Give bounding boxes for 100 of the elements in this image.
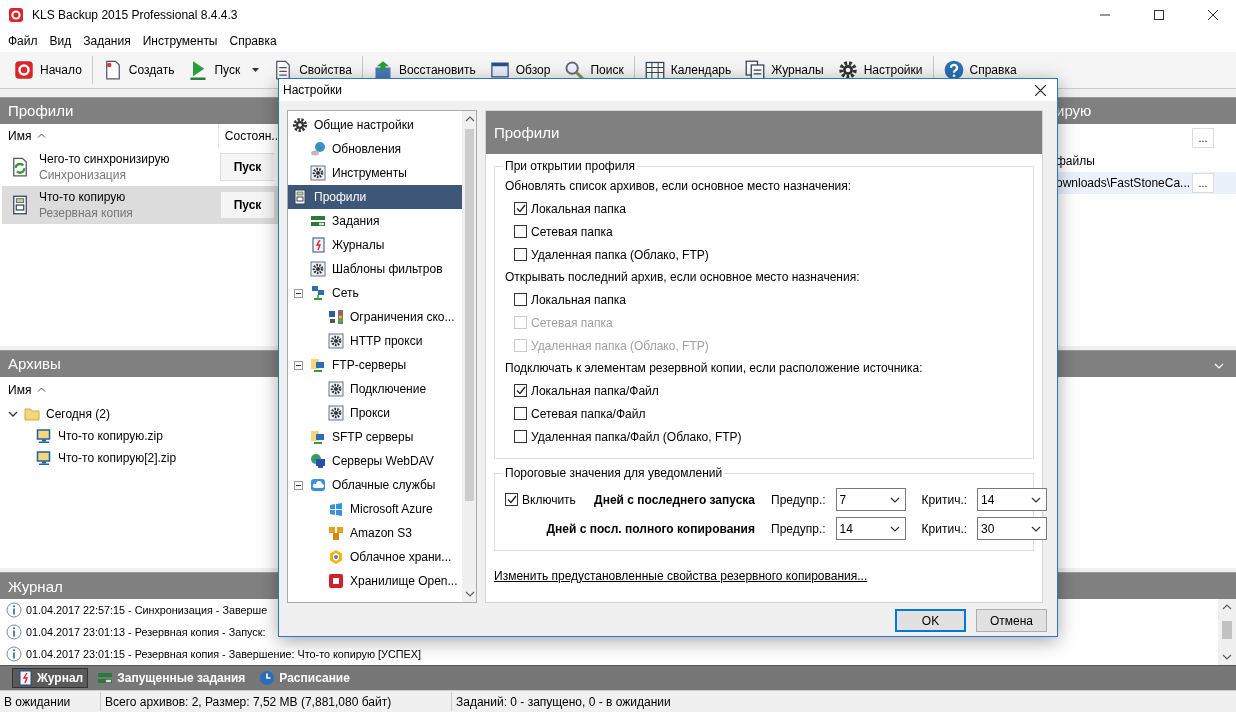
- record-icon: [8, 7, 24, 23]
- toolbar-button[interactable]: Настройки: [831, 55, 929, 84]
- minus-box-icon[interactable]: [293, 480, 303, 490]
- tree-item[interactable]: Обновления: [288, 137, 462, 161]
- gear-window-icon: [310, 261, 326, 277]
- menu-item[interactable]: Инструменты: [136, 33, 224, 48]
- column-header[interactable]: Состоян..: [218, 128, 278, 143]
- chevron-down-icon: [889, 525, 900, 532]
- toolbar-button[interactable]: Пуск: [182, 55, 266, 84]
- tree-item[interactable]: Шаблоны фильтров: [288, 257, 462, 281]
- panel-title: Архивы: [7, 355, 61, 373]
- dropdown-field[interactable]: 14: [835, 517, 906, 540]
- tree-item[interactable]: FTP-серверы: [288, 353, 462, 377]
- column-header[interactable]: Имя: [0, 123, 219, 148]
- globe-icon: [310, 141, 326, 157]
- tree-item[interactable]: HTTP прокси: [288, 329, 462, 353]
- tree-item[interactable]: Журналы: [288, 233, 462, 257]
- page-title: Профили: [486, 111, 1042, 154]
- run-button[interactable]: Пуск: [220, 152, 274, 181]
- scrollbar-thumb[interactable]: [465, 129, 474, 501]
- tree-item[interactable]: Сеть: [288, 281, 462, 305]
- sort-icon: [37, 387, 47, 393]
- browse-button[interactable]: ...: [1192, 172, 1214, 193]
- menu-item[interactable]: Справка: [223, 33, 283, 48]
- more-button[interactable]: ...: [1192, 127, 1214, 148]
- profile-row[interactable]: Что-то копирую Резервная копия Пуск: [2, 185, 278, 224]
- globe-monitor-icon: [310, 453, 326, 469]
- checkbox[interactable]: [514, 293, 527, 306]
- tree-item[interactable]: Подключение: [288, 377, 462, 401]
- dropdown-field[interactable]: 7: [835, 488, 906, 511]
- scrollbar-thumb[interactable]: [1222, 621, 1232, 640]
- clock-icon: [259, 670, 276, 687]
- panel-title: Профили: [7, 102, 74, 120]
- sync-icon: [10, 156, 30, 177]
- tab[interactable]: Расписание: [254, 668, 355, 689]
- checkbox[interactable]: [514, 384, 527, 397]
- tree-item[interactable]: Профили: [288, 185, 462, 209]
- window-title: KLS Backup 2015 Professional 8.4.4.3: [32, 8, 238, 22]
- hexagon-icon: [328, 549, 344, 565]
- log-entry: 01.04.2017 22:57:15 - Синхронизация - Заверше: [26, 604, 268, 617]
- tree-item[interactable]: Хранилище Open...: [288, 569, 462, 593]
- dropdown-field[interactable]: 14: [977, 488, 1048, 511]
- run-button[interactable]: Пуск: [220, 190, 274, 219]
- checkbox[interactable]: [514, 225, 527, 238]
- flag-icon: [328, 501, 344, 517]
- menu-item[interactable]: Задания: [77, 33, 137, 48]
- tree-item[interactable]: Задания: [288, 209, 462, 233]
- toolbar-button[interactable]: Поиск: [558, 55, 630, 84]
- minus-box-icon[interactable]: [293, 360, 303, 370]
- tree-item[interactable]: Общие настройки: [288, 113, 462, 137]
- dropdown-field[interactable]: 30: [977, 517, 1048, 540]
- menu-item[interactable]: Файл: [2, 33, 44, 48]
- gear-window-icon: [328, 333, 344, 349]
- info-icon: [6, 646, 22, 663]
- dialog-button[interactable]: Отмена: [976, 609, 1047, 632]
- checkbox[interactable]: [514, 248, 527, 261]
- tree-item[interactable]: SFTP серверы: [288, 425, 462, 449]
- info-icon: [6, 624, 22, 641]
- profile-name: Что-то копирую: [39, 189, 127, 204]
- tree-item[interactable]: Прокси: [288, 401, 462, 425]
- option-label: Удаленная папка (Облако, FTP): [531, 338, 709, 353]
- option-label: Сетевая папка: [531, 315, 613, 330]
- tree-item[interactable]: Серверы WebDAV: [288, 449, 462, 473]
- group-title: Пороговые значения для уведомлений: [503, 466, 725, 480]
- link[interactable]: Изменить предустановленные свойства резервного копирования...: [494, 569, 1034, 583]
- close-icon: [1034, 84, 1046, 96]
- checkbox[interactable]: [514, 407, 527, 420]
- tree-item[interactable]: Что-то копирую.zip: [58, 428, 163, 443]
- monitor-icon: [36, 427, 52, 444]
- tree-item[interactable]: Облачные службы: [288, 473, 462, 497]
- search-icon: [564, 59, 585, 80]
- tree-item[interactable]: Облачное храни...: [288, 545, 462, 569]
- menu-item[interactable]: Вид: [43, 33, 78, 48]
- field-label: Предупр.:: [771, 521, 826, 536]
- option-label: Удаленная папка (Облако, FTP): [531, 247, 709, 262]
- tree-item[interactable]: Amazon S3: [288, 521, 462, 545]
- dialog-title: Настройки: [283, 83, 342, 97]
- gear-icon: [292, 117, 308, 133]
- status-text: Заданий: 0 - запущено, 0 - в ожидании: [455, 693, 672, 711]
- tree-item[interactable]: Сегодня (2): [46, 406, 110, 421]
- gear-window-icon: [310, 165, 326, 181]
- tab[interactable]: Запущенные задания: [92, 668, 251, 689]
- tree-item[interactable]: Инструменты: [288, 161, 462, 185]
- checkbox[interactable]: [505, 493, 518, 506]
- checkbox[interactable]: [514, 202, 527, 215]
- checkbox[interactable]: [514, 430, 527, 443]
- minus-box-icon[interactable]: [293, 288, 303, 298]
- tree-item[interactable]: Microsoft Azure: [288, 497, 462, 521]
- profile-type: Синхронизация: [39, 167, 127, 182]
- dialog-button[interactable]: OK: [895, 609, 966, 632]
- toolbar-button[interactable]: Начало: [8, 55, 88, 84]
- option-label: Удаленная папка/Файл (Облако, FTP): [531, 429, 742, 444]
- column-header[interactable]: Имя: [8, 382, 32, 397]
- tab[interactable]: Журнал: [12, 668, 89, 689]
- tree-item[interactable]: Что-то копирую[2].zip: [58, 450, 177, 465]
- log-entry: 01.04.2017 23:01:13 - Резервная копия - Запуск:: [26, 626, 266, 639]
- tree-item[interactable]: Ограничения ско...: [288, 305, 462, 329]
- toolbar-button[interactable]: Создать: [96, 55, 181, 84]
- log-entry: 01.04.2017 23:01:15 - Резервная копия - Завершение: Что-то копирую [УСПЕХ]: [26, 648, 421, 661]
- profile-row[interactable]: Чего-то синхронизирую Синхронизация Пуск: [2, 147, 278, 186]
